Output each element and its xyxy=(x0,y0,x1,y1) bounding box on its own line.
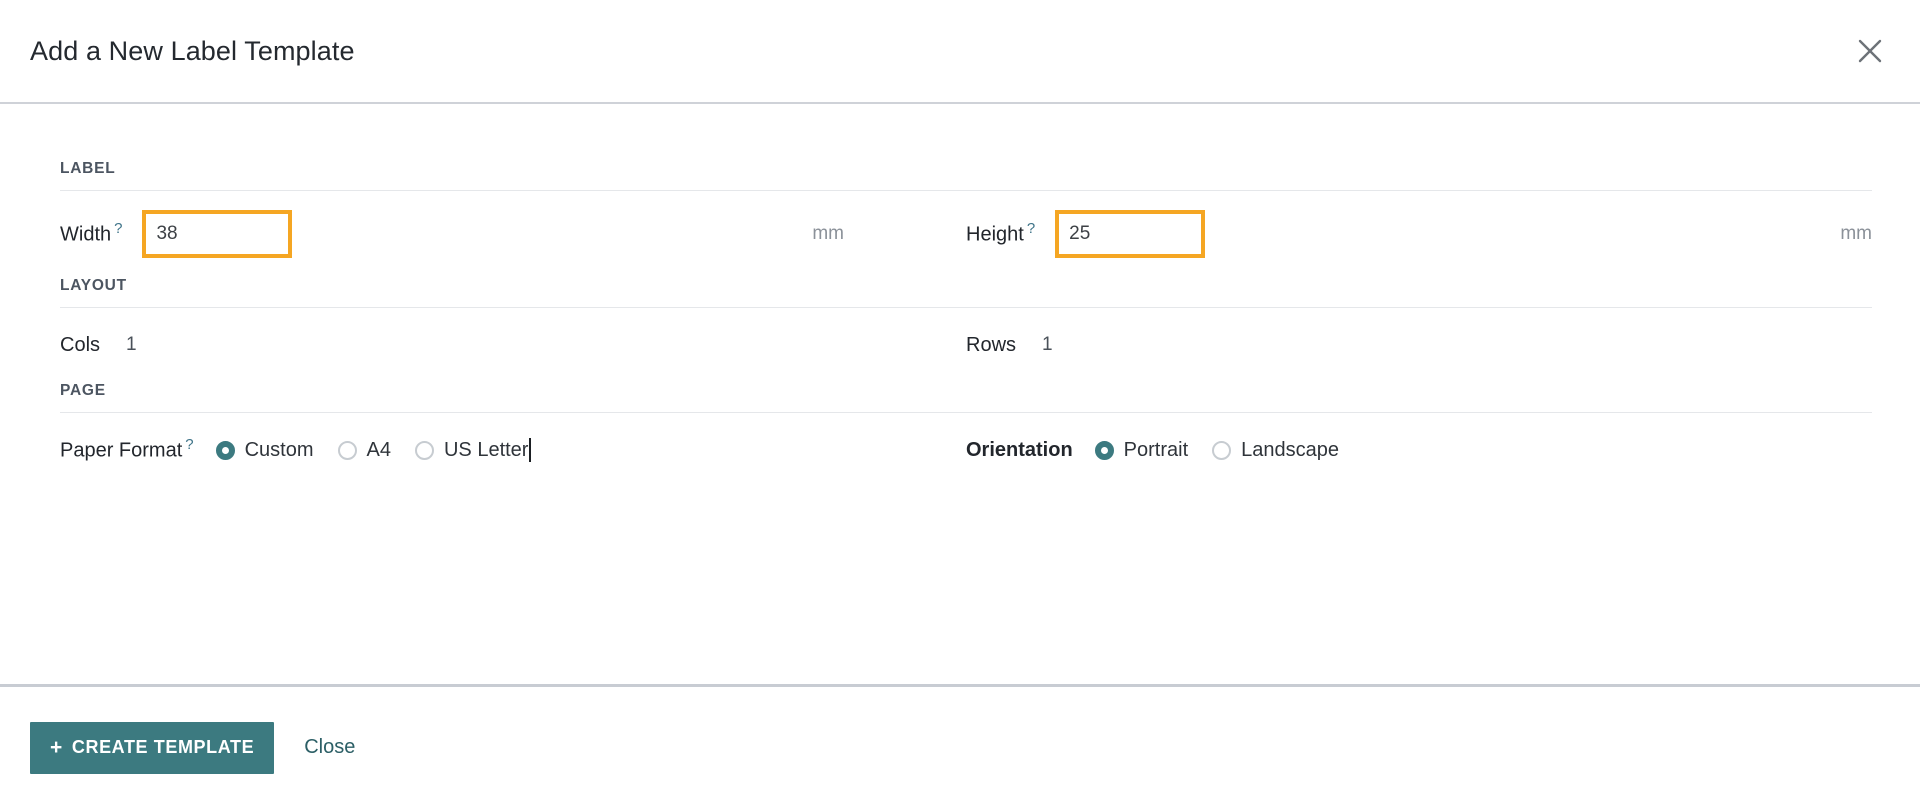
section-label: LABEL Width? mm Height? mm xyxy=(60,160,1872,277)
close-button[interactable] xyxy=(1848,29,1892,73)
radio-dot-icon xyxy=(337,440,357,460)
width-field-group: Width? mm xyxy=(60,210,966,258)
paper-format-label: Paper Format? xyxy=(60,437,194,463)
rows-field-group: Rows 1 xyxy=(966,334,1872,357)
radio-dot-icon xyxy=(1094,440,1114,460)
width-label-text: Width xyxy=(60,223,112,246)
radio-dot-icon xyxy=(414,440,434,460)
radio-orientation-portrait[interactable]: Portrait xyxy=(1094,438,1189,462)
section-page: PAGE Paper Format? Custom A4 US Letter O… xyxy=(60,382,1872,487)
section-heading-layout: LAYOUT xyxy=(60,277,1872,308)
cols-field-group: Cols 1 xyxy=(60,334,966,357)
height-help-icon[interactable]: ? xyxy=(1027,220,1035,237)
radio-dot-icon xyxy=(1212,440,1232,460)
height-label: Height? xyxy=(966,221,1035,247)
close-icon xyxy=(1857,38,1883,64)
add-label-template-dialog: Add a New Label Template LABEL Width? mm xyxy=(0,0,1920,808)
text-cursor xyxy=(529,438,531,462)
create-template-label: CREATE TEMPLATE xyxy=(71,737,255,757)
radio-label-portrait: Portrait xyxy=(1123,438,1189,461)
cols-label: Cols xyxy=(60,333,101,356)
rows-label: Rows xyxy=(966,333,1017,356)
orientation-label: Orientation xyxy=(966,438,1073,461)
height-label-text: Height xyxy=(966,223,1024,246)
height-unit: mm xyxy=(1840,223,1872,244)
radio-label-landscape: Landscape xyxy=(1241,438,1340,461)
cols-value[interactable]: 1 xyxy=(126,334,137,356)
dialog-footer: + CREATE TEMPLATE Close xyxy=(0,684,1920,808)
layout-grid-row: Cols 1 Rows 1 xyxy=(60,308,1872,382)
width-input[interactable] xyxy=(142,210,293,258)
dialog-body: LABEL Width? mm Height? mm LAYOUT xyxy=(0,104,1920,684)
orientation-radio-group: Portrait Landscape xyxy=(1094,438,1339,462)
radio-paper-format-a4[interactable]: A4 xyxy=(337,438,391,462)
section-layout: LAYOUT Cols 1 Rows 1 xyxy=(60,277,1872,382)
dialog-title: Add a New Label Template xyxy=(30,35,355,66)
paper-format-group: Paper Format? Custom A4 US Letter xyxy=(60,437,966,463)
create-template-button[interactable]: + CREATE TEMPLATE xyxy=(30,721,275,774)
rows-value[interactable]: 1 xyxy=(1042,334,1053,356)
page-options-row: Paper Format? Custom A4 US Letter Orient… xyxy=(60,413,1872,487)
radio-paper-format-us-letter[interactable]: US Letter xyxy=(414,438,531,462)
label-dimensions-row: Width? mm Height? mm xyxy=(60,191,1872,277)
height-field-group: Height? mm xyxy=(966,210,1872,258)
width-help-icon[interactable]: ? xyxy=(114,220,122,237)
radio-label-us-letter: US Letter xyxy=(443,438,529,461)
dialog-header: Add a New Label Template xyxy=(0,0,1920,104)
radio-label-custom: Custom xyxy=(244,438,314,461)
orientation-group: Orientation Portrait Landscape xyxy=(966,439,1872,462)
radio-paper-format-custom[interactable]: Custom xyxy=(215,438,314,462)
paper-format-label-text: Paper Format xyxy=(60,439,183,462)
paper-format-radio-group: Custom A4 US Letter xyxy=(215,438,531,462)
plus-icon: + xyxy=(50,736,63,759)
radio-orientation-landscape[interactable]: Landscape xyxy=(1212,439,1339,462)
radio-dot-icon xyxy=(215,440,235,460)
width-unit: mm xyxy=(812,223,844,244)
close-link-button[interactable]: Close xyxy=(298,735,361,760)
radio-label-a4: A4 xyxy=(366,438,391,461)
height-input[interactable] xyxy=(1055,210,1206,258)
section-heading-label: LABEL xyxy=(60,160,1872,191)
section-heading-page: PAGE xyxy=(60,382,1872,413)
paper-format-help-icon[interactable]: ? xyxy=(185,436,193,453)
width-label: Width? xyxy=(60,221,122,247)
